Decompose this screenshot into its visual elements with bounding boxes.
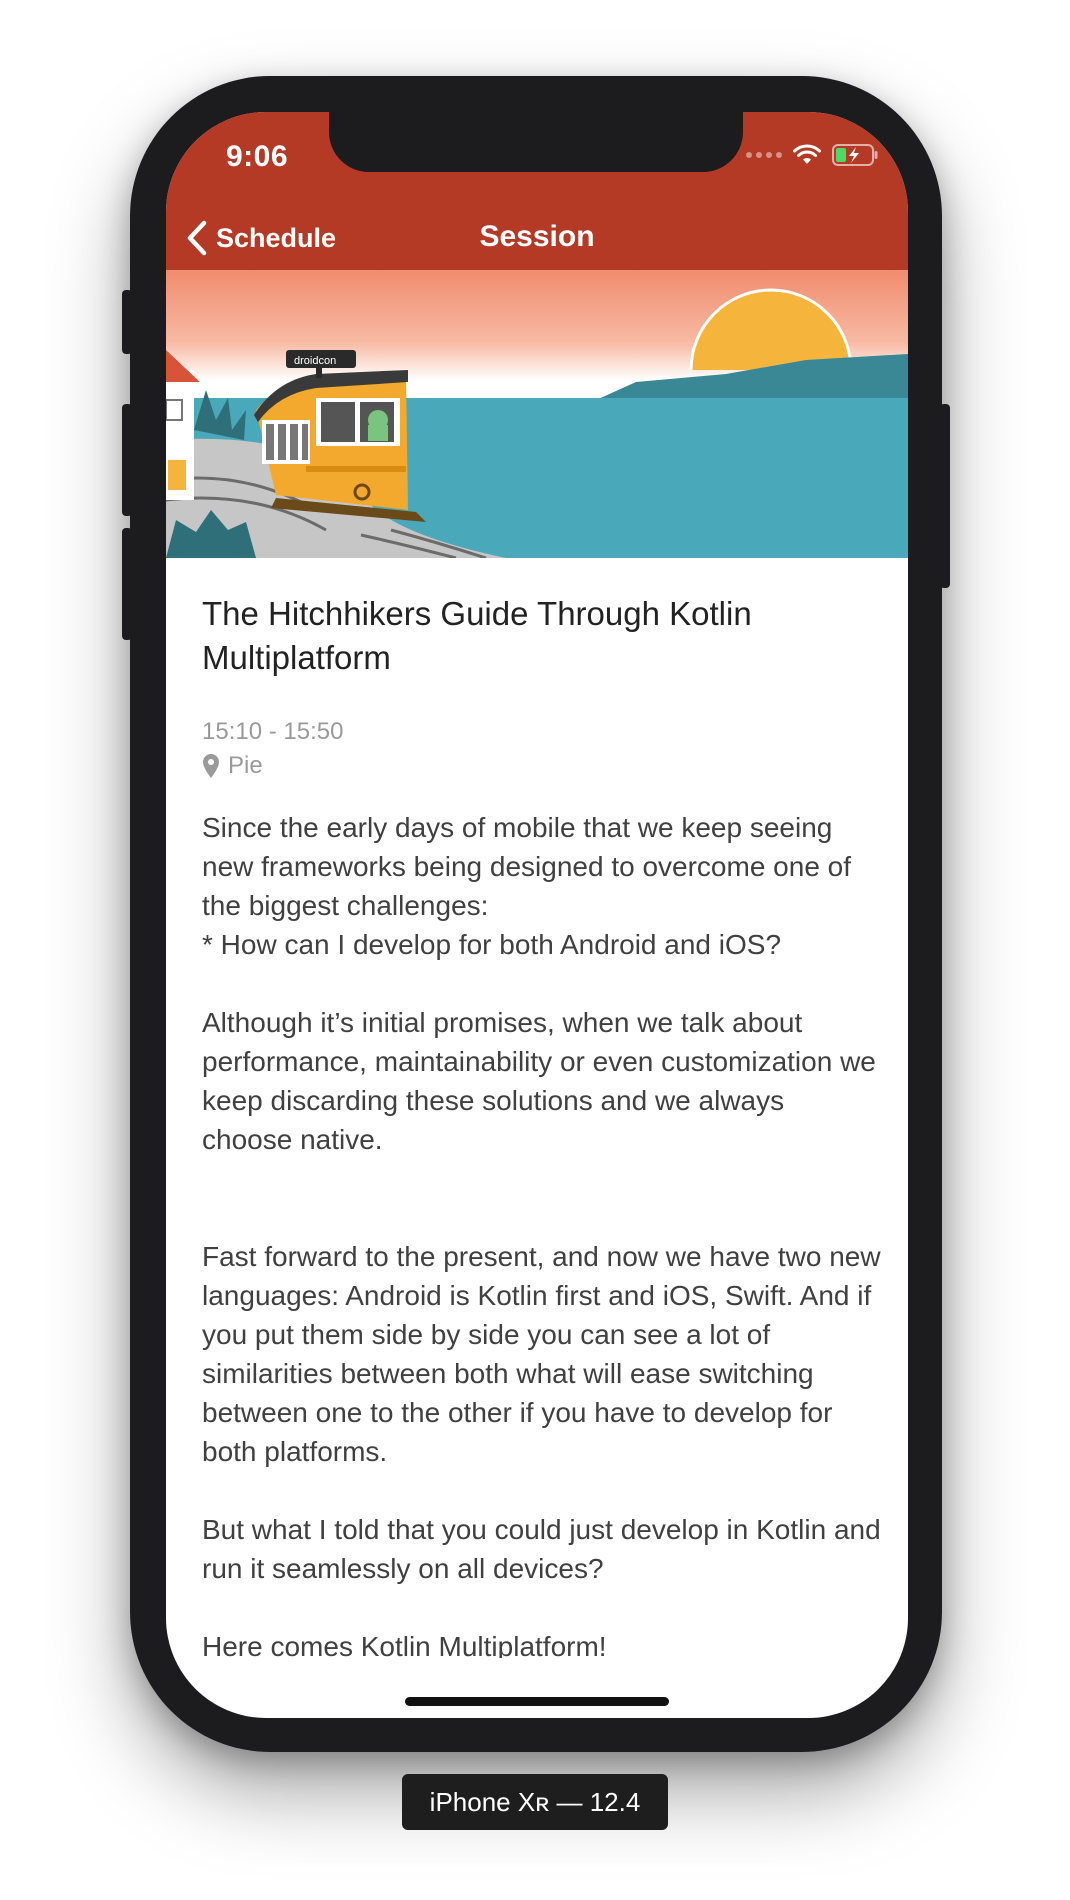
simulator-stage: 9:06 Schedule Session droidcon The Hitch… (0, 0, 1070, 1900)
page-title: Session (479, 220, 595, 253)
session-detail: The Hitchhikers Guide Through Kotlin Mul… (202, 592, 882, 1658)
nav-row: Schedule Session (166, 212, 908, 270)
volume-down-button (122, 528, 132, 640)
home-indicator[interactable] (405, 1697, 669, 1706)
session-room-label: Pie (228, 752, 263, 779)
silent-switch (122, 290, 132, 354)
power-button (940, 404, 950, 588)
battery-charging-icon (832, 144, 878, 166)
wifi-icon (793, 144, 821, 164)
tram-destination-sign: droidcon (294, 355, 336, 367)
volume-up-button (122, 404, 132, 516)
session-description-paragraph: But what I told that you could just deve… (202, 1514, 881, 1584)
session-description-paragraph: Fast forward to the present, and now we … (202, 1241, 881, 1467)
notch (329, 112, 743, 172)
status-icons (746, 144, 878, 166)
session-description-paragraph: Here comes Kotlin Multiplatform! (202, 1631, 607, 1658)
status-time: 9:06 (226, 140, 289, 173)
simulator-device-label: iPhone Xʀ — 12.4 (402, 1774, 668, 1830)
session-description-paragraph: Since the early days of mobile that we k… (202, 812, 852, 960)
cellular-signal-icon (746, 152, 782, 158)
phone-screen: 9:06 Schedule Session droidcon The Hitch… (166, 112, 908, 1718)
session-title: The Hitchhikers Guide Through Kotlin Mul… (202, 595, 752, 676)
session-room: Pie (202, 752, 882, 780)
session-description-paragraph: Although it’s initial promises, when we … (202, 1007, 876, 1155)
location-pin-icon (203, 754, 219, 778)
session-banner-image: droidcon (166, 270, 908, 560)
session-time: 15:10 - 15:50 (202, 718, 344, 745)
lisbon-tram-illustration: droidcon (166, 270, 908, 560)
